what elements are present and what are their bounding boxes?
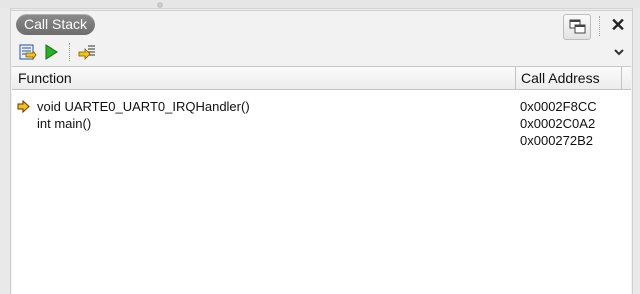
chevron-down-icon [614,49,624,56]
splitter-grip[interactable] [157,2,163,8]
left-dock-edge [0,8,11,294]
top-splitter[interactable] [0,0,640,9]
frame-address: 0x0002F8CC [520,99,597,114]
list-header: Function Call Address [12,67,631,90]
frame-address: 0x000272B2 [520,133,594,148]
call-stack-panel: Call Stack ✕ Function Call Address void … [11,10,632,294]
step-out-button[interactable] [77,42,97,62]
stack-frame-row[interactable]: 0x000272B2 [12,132,631,149]
show-source-button[interactable] [17,42,37,62]
run-to-button[interactable] [41,42,61,62]
frame-function: void UARTE0_UART0_IRQHandler() [37,99,250,114]
float-window-button[interactable] [563,14,591,40]
column-divider[interactable] [515,67,516,89]
title-bar-separator [599,16,601,36]
column-header-call-address[interactable]: Call Address [521,67,621,89]
right-dock-edge [632,8,640,294]
step-out-icon [78,45,95,60]
frame-function: int main() [37,116,92,131]
close-button[interactable]: ✕ [609,15,627,35]
float-window-icon [569,19,586,34]
toolbar-separator [69,43,71,61]
column-header-function[interactable]: Function [18,67,508,89]
panel-title[interactable]: Call Stack [16,14,96,35]
stack-frame-row[interactable]: void UARTE0_UART0_IRQHandler() 0x0002F8C… [12,98,631,115]
call-stack-window: Call Stack ✕ Function Call Address void … [0,0,640,294]
close-icon: ✕ [610,15,626,35]
show-source-icon [19,44,37,61]
current-frame-arrow-icon [17,100,30,113]
call-stack-list[interactable]: Function Call Address void UARTE0_UART0_… [12,66,631,294]
column-divider[interactable] [621,67,622,89]
stack-frame-row[interactable]: int main() 0x0002C0A2 [12,115,631,132]
run-to-icon [45,44,58,60]
panel-menu-button[interactable] [611,44,627,60]
frame-address: 0x0002C0A2 [520,116,596,131]
call-stack-toolbar [15,41,605,63]
